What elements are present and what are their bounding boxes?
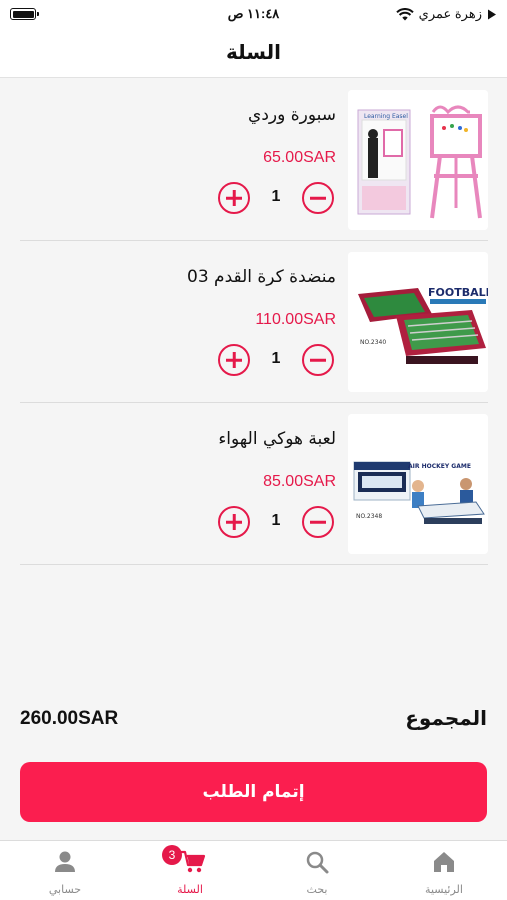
increase-quantity-button[interactable] [218, 506, 250, 538]
page-title: السلة [225, 40, 281, 64]
increase-quantity-button[interactable] [218, 344, 250, 376]
tab-home[interactable]: الرئيسية [381, 841, 507, 900]
minus-icon [310, 520, 326, 524]
cart-item: AIR HOCKEY GAME NO.2348 لعبة هوكي الهواء… [20, 403, 488, 565]
total-value: 260.00SAR [20, 708, 119, 729]
page-header: السلة [0, 30, 507, 78]
decrease-quantity-button[interactable] [302, 344, 334, 376]
carrier-name: زهرة عمري [418, 6, 482, 21]
status-bar: ١١:٤٨ ص زهرة عمري [0, 0, 507, 30]
box-label-text: Learning Easel [364, 113, 408, 120]
product-image[interactable]: Learning Easel [348, 90, 488, 230]
cart-count-badge: 3 [162, 845, 182, 865]
minus-icon [310, 358, 326, 362]
tab-account[interactable]: حسابي [2, 841, 128, 900]
product-name: سبورة وردي [248, 105, 336, 125]
decrease-quantity-button[interactable] [302, 182, 334, 214]
total-row: المجموع 260.00SAR [20, 706, 487, 736]
bottom-tab-bar: الرئيسية بحث 3 السلة حسابي [0, 840, 507, 900]
wifi-icon [395, 7, 414, 20]
quantity-stepper: 1 [218, 506, 338, 542]
person-icon [55, 851, 75, 872]
tab-label: بحث [306, 883, 328, 896]
quantity-stepper: 1 [218, 344, 338, 380]
product-image[interactable]: AIR HOCKEY GAME NO.2348 [348, 414, 488, 554]
model-number-text: NO.2348 [356, 513, 382, 520]
product-price: 65.00SAR [263, 149, 336, 166]
tab-label: حسابي [48, 883, 82, 896]
pink-easel-whiteboard-image: Learning Easel [348, 90, 488, 230]
cart-icon [181, 850, 206, 873]
air-hockey-table-image: AIR HOCKEY GAME NO.2348 [348, 414, 488, 554]
cart-list: Learning Easel سبورة وردي 65.00SAR 1 FOO… [20, 79, 488, 565]
cart-item: FOOTBALL NO.2340 منضدة كرة القدم 03 110.… [20, 241, 488, 403]
product-image[interactable]: FOOTBALL NO.2340 [348, 252, 488, 392]
increase-quantity-button[interactable] [218, 182, 250, 214]
tab-search[interactable]: بحث [254, 841, 380, 900]
box-label-text: FOOTBALL [428, 286, 488, 299]
tab-cart[interactable]: 3 السلة [127, 841, 253, 900]
search-icon [306, 851, 329, 874]
cart-item: Learning Easel سبورة وردي 65.00SAR 1 [20, 79, 488, 241]
decrease-quantity-button[interactable] [302, 506, 334, 538]
total-label: المجموع [405, 706, 487, 730]
quantity-value: 1 [271, 512, 281, 529]
product-name: لعبة هوكي الهواء [218, 429, 336, 449]
quantity-value: 1 [271, 350, 281, 367]
status-carrier-group: زهرة عمري [395, 6, 497, 22]
home-icon [434, 852, 454, 872]
product-price: 85.00SAR [263, 473, 336, 490]
navigation-arrow-icon [488, 9, 496, 19]
product-name: منضدة كرة القدم 03 [187, 267, 336, 287]
quantity-value: 1 [271, 188, 281, 205]
checkout-button[interactable]: إتمام الطلب [20, 762, 487, 822]
tab-label: السلة [177, 883, 203, 896]
model-number-text: NO.2340 [360, 339, 386, 346]
foosball-table-image: FOOTBALL NO.2340 [348, 252, 488, 392]
quantity-stepper: 1 [218, 182, 338, 218]
box-label-text: AIR HOCKEY GAME [408, 463, 471, 470]
product-price: 110.00SAR [255, 311, 336, 328]
tab-label: الرئيسية [425, 883, 463, 896]
minus-icon [310, 196, 326, 200]
